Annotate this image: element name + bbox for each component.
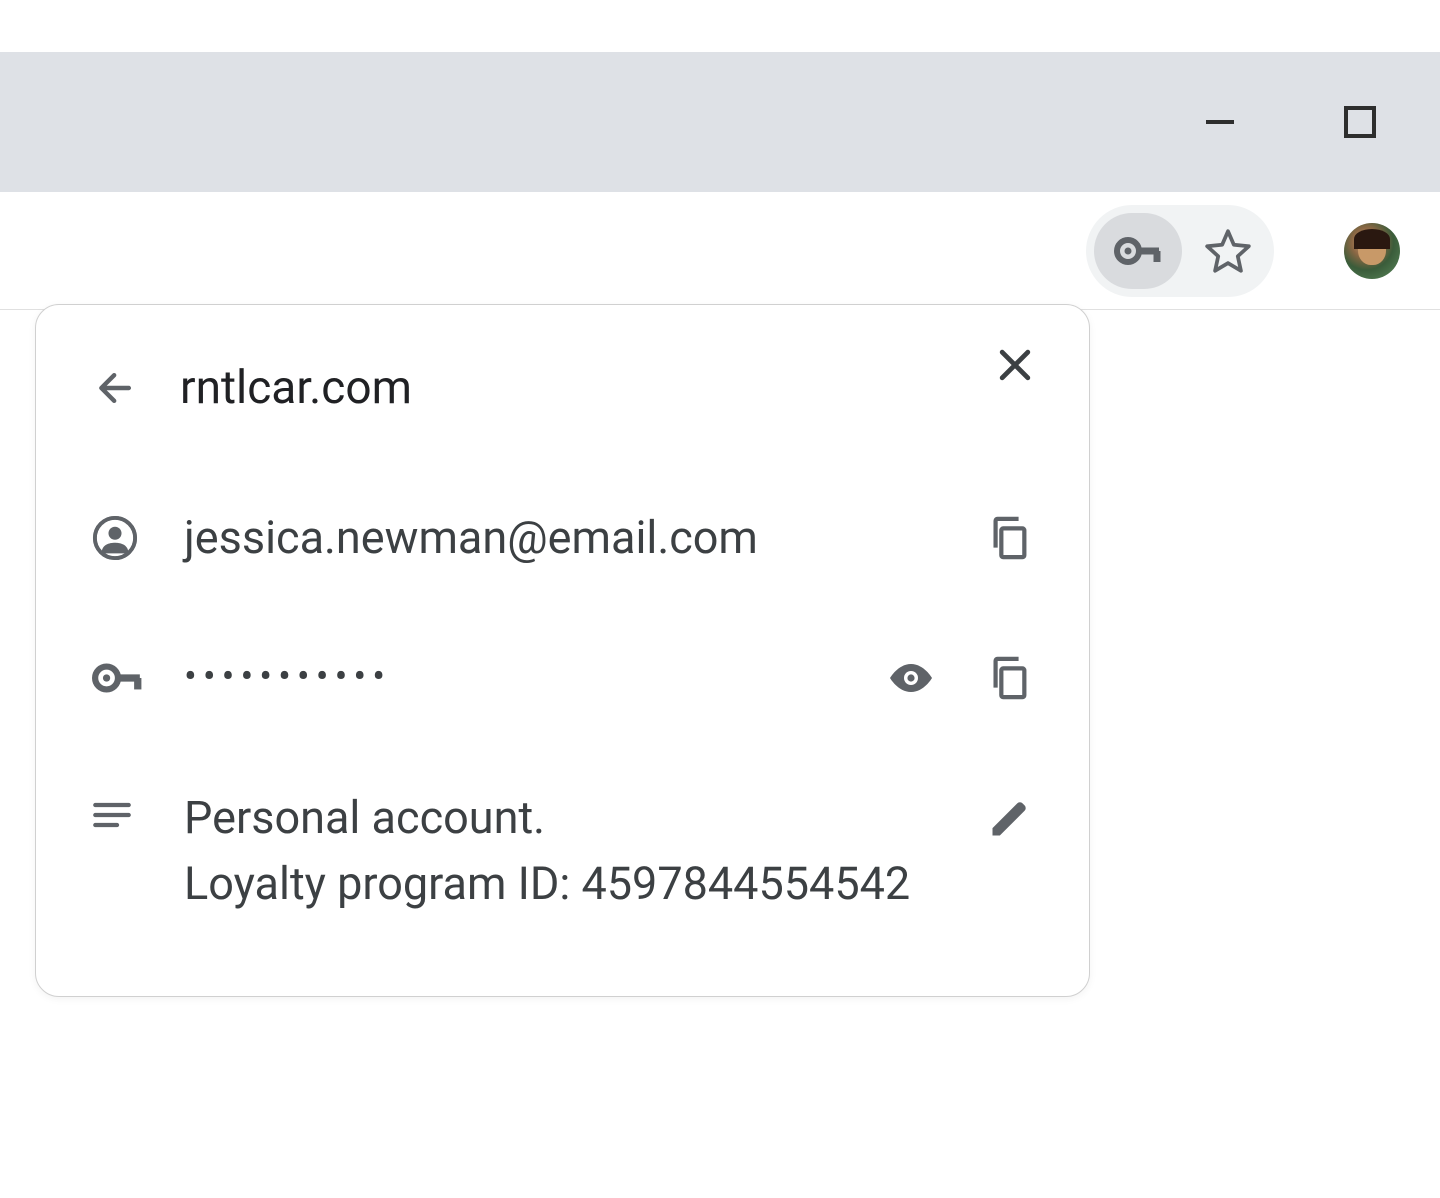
notes-row: Personal account. Loyalty program ID: 45… — [92, 785, 1033, 916]
copy-username-button[interactable] — [985, 514, 1033, 562]
maximize-icon — [1343, 105, 1377, 139]
password-row: ••••••••••• — [92, 650, 1033, 705]
note-line-1: Personal account. — [184, 791, 545, 844]
eye-icon — [887, 653, 935, 703]
username-value: jessica.newman@email.com — [184, 505, 985, 570]
bookmark-button[interactable] — [1202, 225, 1254, 277]
close-button[interactable] — [987, 337, 1043, 393]
back-button[interactable] — [92, 364, 140, 412]
password-manager-button[interactable] — [1094, 213, 1182, 289]
reveal-password-button[interactable] — [887, 654, 935, 702]
password-details-popup: rntlcar.com jessica.newman@email.com — [35, 304, 1090, 997]
star-icon — [1203, 226, 1253, 276]
copy-icon — [986, 655, 1032, 701]
close-icon — [993, 343, 1037, 387]
popup-header: rntlcar.com — [92, 361, 1033, 415]
note-line-2: Loyalty program ID: 4597844554542 — [184, 857, 910, 910]
username-row: jessica.newman@email.com — [92, 505, 1033, 570]
person-icon — [92, 515, 144, 561]
maximize-button[interactable] — [1340, 102, 1380, 142]
key-icon — [92, 652, 144, 704]
password-value: ••••••••••• — [184, 650, 887, 705]
browser-toolbar — [0, 192, 1440, 310]
key-icon — [1113, 226, 1163, 276]
minimize-button[interactable] — [1200, 102, 1240, 142]
notes-value: Personal account. Loyalty program ID: 45… — [184, 785, 985, 916]
copy-icon — [986, 515, 1032, 561]
edit-notes-button[interactable] — [985, 795, 1033, 843]
notes-icon — [92, 795, 144, 835]
site-title: rntlcar.com — [180, 361, 412, 415]
minimize-icon — [1202, 104, 1238, 140]
omnibox-actions — [1086, 205, 1274, 297]
window-titlebar — [0, 52, 1440, 192]
arrow-left-icon — [94, 366, 138, 410]
pencil-icon — [987, 797, 1031, 841]
profile-avatar[interactable] — [1344, 223, 1400, 279]
copy-password-button[interactable] — [985, 654, 1033, 702]
